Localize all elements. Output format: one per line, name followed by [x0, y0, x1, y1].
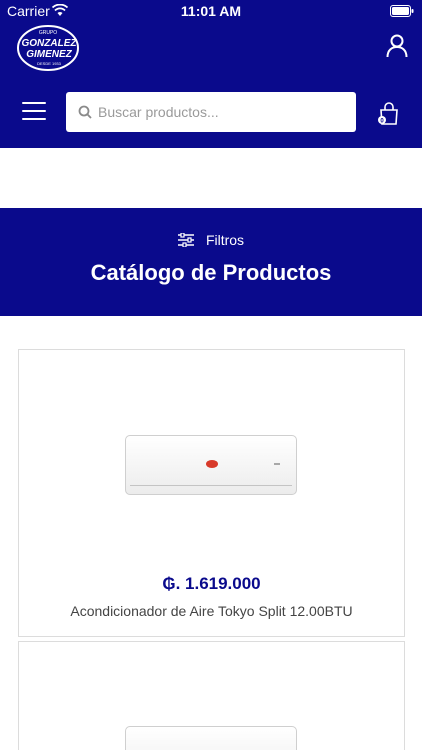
- brand-badge: [206, 460, 218, 468]
- menu-button[interactable]: [22, 102, 46, 122]
- filters-button[interactable]: Filtros: [0, 230, 422, 250]
- product-card[interactable]: [18, 641, 405, 750]
- catalog-banner: Filtros Catálogo de Productos: [0, 208, 422, 316]
- menu-icon-bar: [22, 110, 46, 112]
- product-price: ₲. 1.619.000: [162, 574, 261, 593]
- product-card[interactable]: ₲. 1.619.000 Acondicionador de Aire Toky…: [18, 349, 405, 637]
- page-title: Catálogo de Productos: [90, 260, 332, 285]
- status-time: 11:01 AM: [180, 3, 242, 19]
- user-icon[interactable]: [386, 34, 408, 58]
- svg-text:DESDE 1933: DESDE 1933: [37, 61, 62, 66]
- menu-icon-bar: [22, 102, 46, 104]
- product-image[interactable]: [125, 726, 297, 750]
- battery-icon: [390, 5, 414, 17]
- menu-icon-bar: [22, 118, 46, 120]
- product-name[interactable]: Acondicionador de Aire Tokyo Split 12.00…: [19, 603, 404, 619]
- search-icon[interactable]: [78, 105, 92, 119]
- search-input[interactable]: [98, 92, 348, 132]
- filters-label: Filtros: [205, 232, 245, 248]
- model-mark: [274, 463, 280, 465]
- svg-text:GONZALEZ: GONZALEZ: [22, 38, 78, 49]
- air-vent: [130, 485, 292, 486]
- svg-text:GRUPO: GRUPO: [39, 30, 57, 36]
- status-bar: Carrier 11:01 AM: [0, 0, 422, 22]
- cart-icon[interactable]: 0: [378, 102, 400, 126]
- search-bar[interactable]: [66, 92, 356, 132]
- product-image[interactable]: [125, 435, 297, 495]
- app-header: GRUPO GONZALEZ GIMENEZ DESDE 1933 0: [0, 22, 422, 148]
- svg-text:GIMENEZ: GIMENEZ: [26, 49, 72, 60]
- brand-logo[interactable]: GRUPO GONZALEZ GIMENEZ DESDE 1933: [16, 24, 80, 72]
- filters-icon: [177, 233, 194, 247]
